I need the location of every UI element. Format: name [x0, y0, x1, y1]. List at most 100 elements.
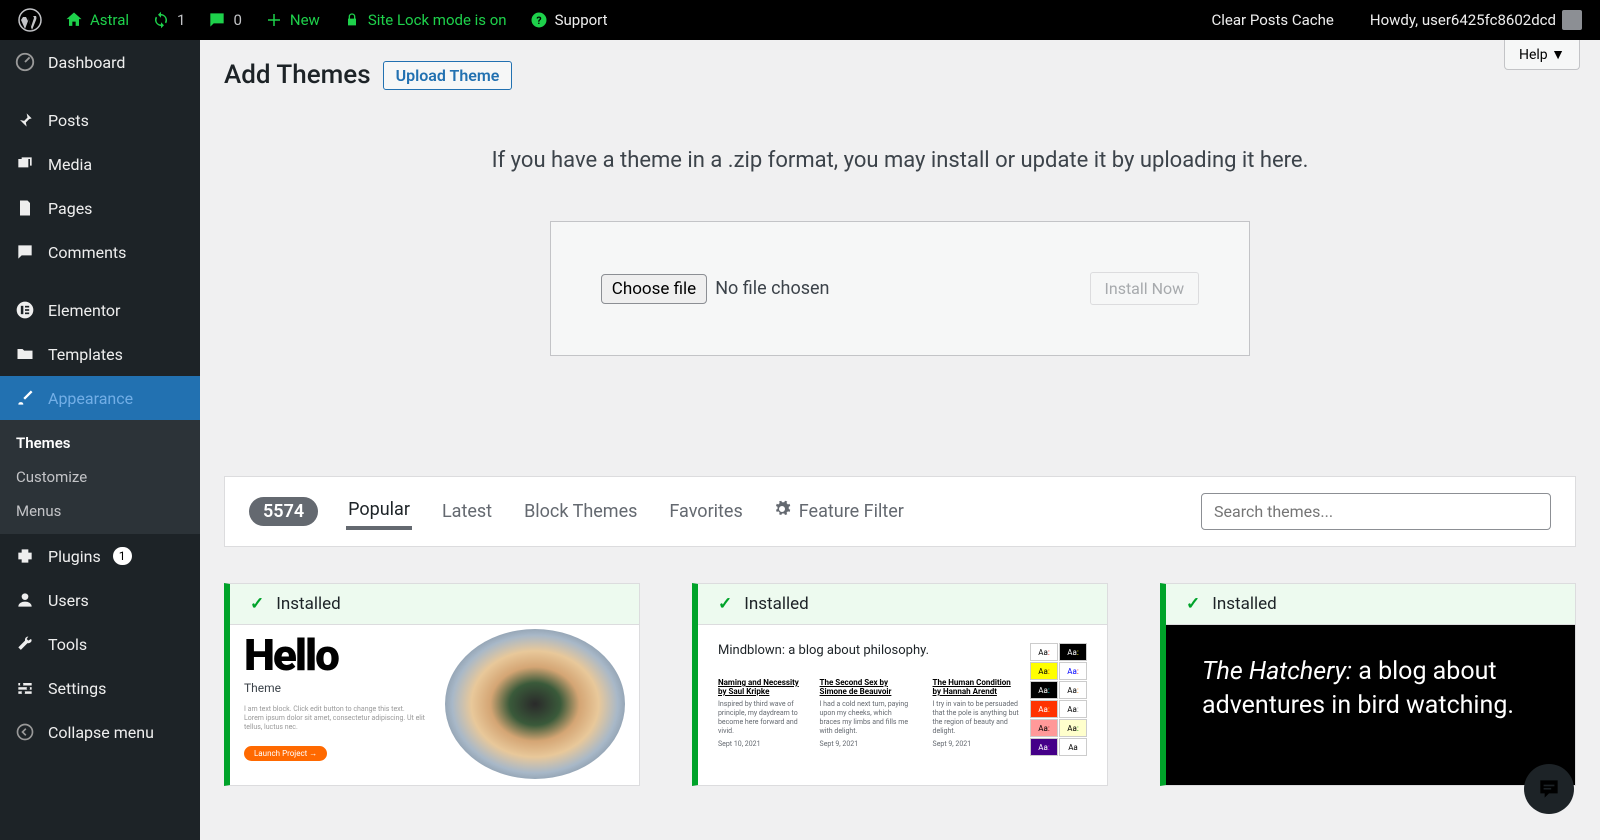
installed-badge: ✓Installed	[230, 584, 639, 625]
elementor-icon	[14, 299, 36, 321]
check-icon: ✓	[1186, 594, 1200, 614]
filter-tab-popular[interactable]: Popular	[346, 493, 412, 530]
avatar	[1562, 10, 1582, 30]
sidebar-item-comments[interactable]: Comments	[0, 230, 200, 274]
admin-toolbar: Astral 1 0 New Site Lock mode is on ? Su…	[0, 0, 1600, 40]
theme-card[interactable]: ✓Installed Mindblown: a blog about philo…	[692, 583, 1108, 786]
plus-icon	[264, 10, 284, 30]
theme-card[interactable]: ✓Installed The Hatchery: a blog about ad…	[1160, 583, 1576, 786]
theme-grid: ✓Installed Hello Theme I am text block. …	[200, 547, 1600, 822]
appearance-submenu: Themes Customize Menus	[0, 420, 200, 534]
theme-card[interactable]: ✓Installed Hello Theme I am text block. …	[224, 583, 640, 786]
sidebar-item-elementor[interactable]: Elementor	[0, 288, 200, 332]
sidebar-item-dashboard[interactable]: Dashboard	[0, 40, 200, 84]
theme-preview: The Hatchery: a blog about adventures in…	[1166, 625, 1575, 786]
user-icon	[14, 589, 36, 611]
upload-panel: If you have a theme in a .zip format, yo…	[200, 98, 1600, 376]
sidebar-item-pages[interactable]: Pages	[0, 186, 200, 230]
site-lock[interactable]: Site Lock mode is on	[334, 10, 515, 30]
updates-link[interactable]: 1	[143, 10, 193, 30]
support-link[interactable]: ? Support	[521, 10, 616, 30]
preview-image	[445, 629, 625, 779]
updates-count: 1	[177, 11, 185, 29]
sidebar-item-label: Templates	[48, 345, 123, 364]
pin-icon	[14, 109, 36, 131]
comments-count: 0	[233, 11, 241, 29]
wrench-icon	[14, 633, 36, 655]
sidebar-item-label: Appearance	[48, 389, 133, 408]
upload-instructions: If you have a theme in a .zip format, yo…	[220, 148, 1580, 173]
comment-icon	[207, 10, 227, 30]
preview-subtitle: Theme	[244, 681, 425, 695]
feature-filter-label: Feature Filter	[799, 501, 904, 522]
preview-title: Hello	[244, 629, 425, 681]
install-now-button[interactable]: Install Now	[1090, 272, 1200, 305]
filter-tab-latest[interactable]: Latest	[440, 495, 494, 528]
submenu-customize[interactable]: Customize	[0, 460, 200, 494]
theme-preview: Mindblown: a blog about philosophy. Nami…	[698, 625, 1107, 785]
wordpress-icon	[18, 8, 42, 32]
choose-file-button[interactable]: Choose file	[601, 274, 707, 304]
admin-sidebar: Dashboard Posts Media Pages Comments Ele…	[0, 40, 200, 840]
preview-button: Launch Project →	[244, 746, 327, 761]
refresh-icon	[151, 10, 171, 30]
clear-cache[interactable]: Clear Posts Cache	[1204, 11, 1342, 29]
sidebar-item-templates[interactable]: Templates	[0, 332, 200, 376]
main-content: Help ▼ Add Themes Upload Theme If you ha…	[200, 40, 1600, 822]
wp-logo[interactable]	[10, 8, 50, 32]
feature-filter-button[interactable]: Feature Filter	[773, 500, 904, 523]
filter-tab-favorites[interactable]: Favorites	[667, 495, 744, 528]
media-icon	[14, 153, 36, 175]
plugins-badge: 1	[113, 547, 132, 565]
sidebar-item-label: Users	[48, 591, 89, 610]
brush-icon	[14, 387, 36, 409]
dashboard-icon	[14, 51, 36, 73]
settings-icon	[14, 677, 36, 699]
sidebar-item-label: Dashboard	[48, 53, 125, 72]
sidebar-item-tools[interactable]: Tools	[0, 622, 200, 666]
preview-headline: Mindblown: a blog about philosophy.	[718, 643, 1020, 658]
sidebar-collapse[interactable]: Collapse menu	[0, 710, 200, 754]
help-icon: ?	[529, 10, 549, 30]
color-swatches: Aa:Aa: Aa:Aa: Aa:Aa: Aa:Aa: Aa:Aa: Aa:Aa	[1030, 643, 1087, 767]
filter-tab-block[interactable]: Block Themes	[522, 495, 639, 528]
theme-filter-bar: 5574 Popular Latest Block Themes Favorit…	[224, 476, 1576, 547]
chat-button[interactable]	[1524, 764, 1574, 814]
installed-badge: ✓Installed	[1166, 584, 1575, 625]
svg-text:?: ?	[536, 14, 541, 27]
sidebar-item-posts[interactable]: Posts	[0, 98, 200, 142]
sidebar-item-label: Settings	[48, 679, 106, 698]
submenu-themes[interactable]: Themes	[0, 426, 200, 460]
comment-icon	[14, 241, 36, 263]
sidebar-item-label: Plugins	[48, 547, 101, 566]
submenu-menus[interactable]: Menus	[0, 494, 200, 528]
sidebar-item-users[interactable]: Users	[0, 578, 200, 622]
comments-link[interactable]: 0	[199, 10, 249, 30]
howdy-user[interactable]: Howdy, user6425fc8602dcd	[1362, 10, 1590, 30]
upload-theme-button[interactable]: Upload Theme	[383, 61, 513, 90]
sidebar-item-label: Elementor	[48, 301, 120, 320]
lock-label: Site Lock mode is on	[368, 11, 507, 29]
search-themes-input[interactable]	[1201, 493, 1551, 530]
installed-badge: ✓Installed	[698, 584, 1107, 625]
collapse-icon	[14, 721, 36, 743]
sidebar-item-plugins[interactable]: Plugins 1	[0, 534, 200, 578]
check-icon: ✓	[250, 594, 264, 614]
sidebar-item-settings[interactable]: Settings	[0, 666, 200, 710]
sidebar-item-label: Tools	[48, 635, 87, 654]
folder-icon	[14, 343, 36, 365]
site-name: Astral	[90, 11, 129, 29]
sidebar-item-label: Pages	[48, 199, 92, 218]
new-link[interactable]: New	[256, 10, 328, 30]
help-tab[interactable]: Help ▼	[1504, 40, 1580, 70]
sidebar-item-label: Collapse menu	[48, 723, 154, 742]
check-icon: ✓	[718, 594, 732, 614]
page-icon	[14, 197, 36, 219]
sidebar-item-appearance[interactable]: Appearance	[0, 376, 200, 420]
site-link[interactable]: Astral	[56, 10, 137, 30]
theme-count: 5574	[249, 497, 318, 526]
lock-icon	[342, 10, 362, 30]
sidebar-item-label: Media	[48, 155, 92, 174]
gear-icon	[773, 500, 791, 523]
sidebar-item-media[interactable]: Media	[0, 142, 200, 186]
